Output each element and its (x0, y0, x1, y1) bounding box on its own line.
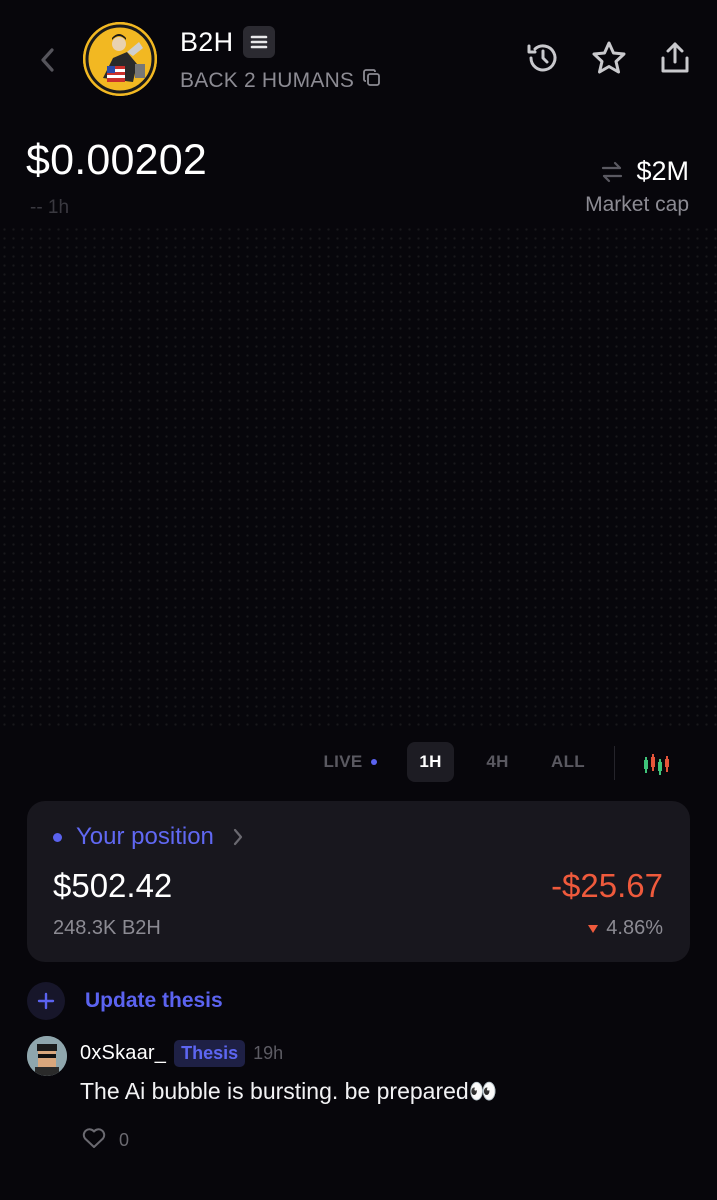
position-value: $502.42 (53, 867, 173, 904)
range-1h[interactable]: 1H (407, 742, 454, 782)
token-price: $0.00202 (26, 136, 207, 184)
update-thesis-button[interactable]: Update thesis (27, 982, 223, 1020)
market-cap-value: $2M (636, 156, 689, 186)
range-all[interactable]: ALL (541, 742, 595, 782)
comment-meta: 0xSkaar_ Thesis 19h (80, 1040, 283, 1067)
like-count: 0 (119, 1130, 130, 1150)
swap-arrows-icon (602, 161, 623, 182)
live-indicator-dot (370, 759, 377, 765)
position-title: Your position (76, 823, 214, 850)
share-icon (661, 42, 689, 73)
star-icon (592, 41, 626, 74)
range-4h[interactable]: 4H (474, 742, 521, 782)
like-row: 0 (81, 1126, 129, 1155)
chevron-left-icon (41, 48, 54, 72)
avatar[interactable] (27, 1036, 67, 1076)
thesis-badge: Thesis (174, 1040, 246, 1067)
copy-icon[interactable] (362, 68, 382, 93)
range-live[interactable]: LIVE (312, 742, 388, 782)
like-button[interactable] (81, 1126, 107, 1155)
list-icon[interactable] (243, 26, 276, 58)
position-header: Your position (53, 823, 244, 851)
token-ticker: B2H (180, 26, 234, 57)
candlestick-icon (644, 754, 669, 775)
update-thesis-label: Update thesis (85, 989, 223, 1012)
price-change: -- 1h (30, 197, 70, 218)
token-avatar (83, 22, 157, 96)
price-chart[interactable] (0, 225, 717, 730)
history-button[interactable] (523, 38, 563, 78)
chart-range-selector: LIVE 1H 4H ALL (0, 742, 717, 786)
share-button[interactable] (655, 38, 695, 78)
market-cap-toggle[interactable]: $2M (600, 156, 689, 187)
plus-icon (27, 982, 65, 1020)
comment-author[interactable]: 0xSkaar_ (80, 1042, 166, 1065)
range-live-label: LIVE (323, 752, 363, 771)
position-pnl: -$25.67 (551, 867, 663, 904)
chart-type-button[interactable] (636, 744, 676, 784)
position-pnl-percent: 4.86% (606, 917, 663, 939)
token-name-row: BACK 2 HUMANS (180, 68, 382, 93)
token-title-row: B2H (180, 26, 276, 58)
chevron-right-icon (233, 828, 242, 846)
history-icon (527, 44, 557, 72)
favorite-button[interactable] (589, 38, 629, 78)
position-amount: 248.3K B2H (53, 917, 161, 939)
position-dot (53, 832, 62, 842)
token-name: BACK 2 HUMANS (180, 68, 355, 92)
market-cap-label: Market cap (585, 193, 689, 216)
position-pnl-percent-row: 4.86% (586, 917, 663, 940)
comment-time: 19h (253, 1043, 284, 1063)
comment-text: The Ai bubble is bursting. be prepared👀 (80, 1078, 498, 1104)
back-button[interactable] (28, 40, 68, 80)
range-divider (614, 746, 615, 780)
position-card[interactable]: Your position $502.42 248.3K B2H -$25.67… (27, 801, 690, 962)
triangle-down-icon (588, 924, 599, 933)
heart-icon (82, 1128, 106, 1148)
token-detail-screen: B2H BACK 2 HUMANS $0.00202 -- 1h $2M Mar… (0, 0, 717, 1200)
header-actions (523, 38, 695, 78)
